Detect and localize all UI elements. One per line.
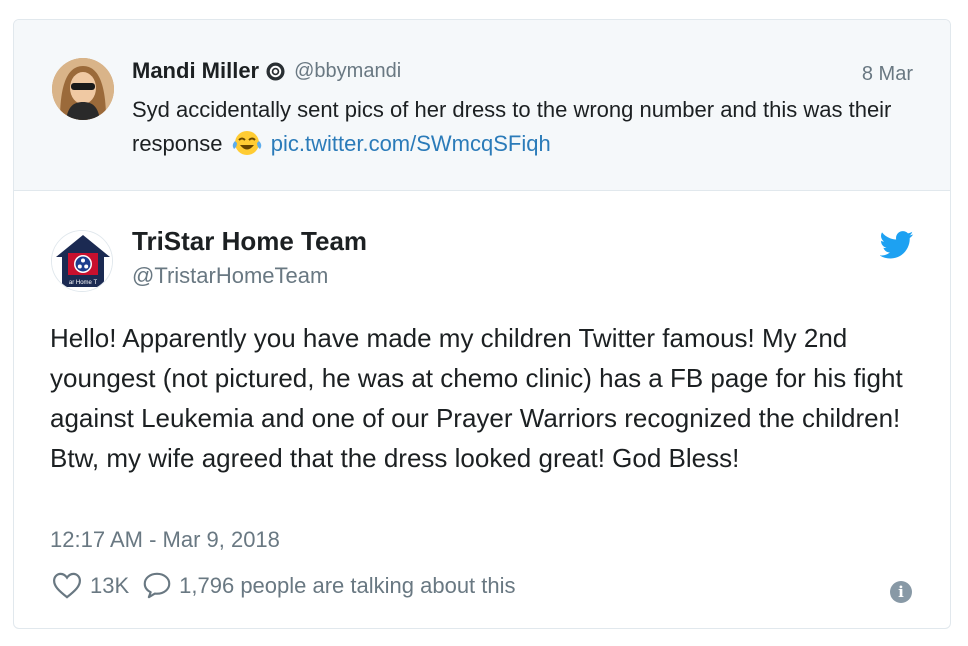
quoted-tweet-media-link[interactable]: pic.twitter.com/SWmcqSFiqh <box>271 131 551 156</box>
quoted-author-handle[interactable]: @bbymandi <box>294 60 401 83</box>
speech-bubble-icon <box>143 572 171 599</box>
quoted-tweet[interactable]: Mandi Miller @bbymandi 8 Mar Syd acciden… <box>14 20 950 191</box>
conversation-action[interactable]: 1,796 people are talking about this <box>129 572 516 599</box>
quoted-author-avatar[interactable] <box>52 58 114 120</box>
quoted-author-name[interactable]: Mandi Miller <box>132 58 259 84</box>
author-avatar[interactable]: ar Home T <box>51 230 113 292</box>
like-action[interactable]: 13K <box>52 572 129 599</box>
info-icon[interactable]: i <box>890 581 912 603</box>
tweet-text: Hello! Apparently you have made my child… <box>50 323 903 473</box>
quoted-tweet-text: Syd accidentally sent pics of her dress … <box>132 93 912 161</box>
heart-icon <box>53 572 81 599</box>
author-handle[interactable]: @TristarHomeTeam <box>132 263 328 289</box>
tweet-timestamp[interactable]: 12:17 AM - Mar 9, 2018 <box>50 527 280 553</box>
conversation-label: 1,796 people are talking about this <box>179 572 516 598</box>
avatar-caption: ar Home T <box>69 280 98 286</box>
author-name[interactable]: TriStar Home Team <box>132 226 367 257</box>
twitter-bird-icon[interactable] <box>880 231 914 259</box>
embedded-tweet-card: Mandi Miller @bbymandi 8 Mar Syd acciden… <box>13 19 951 629</box>
tweet-actions: 13K 1,796 people are talking about this <box>52 572 516 599</box>
face-with-tears-of-joy-icon <box>232 131 261 155</box>
verified-badge-icon <box>266 61 285 81</box>
quoted-tweet-header: Mandi Miller @bbymandi <box>132 58 401 84</box>
like-count: 13K <box>90 572 130 598</box>
quoted-tweet-date[interactable]: 8 Mar <box>862 63 913 86</box>
